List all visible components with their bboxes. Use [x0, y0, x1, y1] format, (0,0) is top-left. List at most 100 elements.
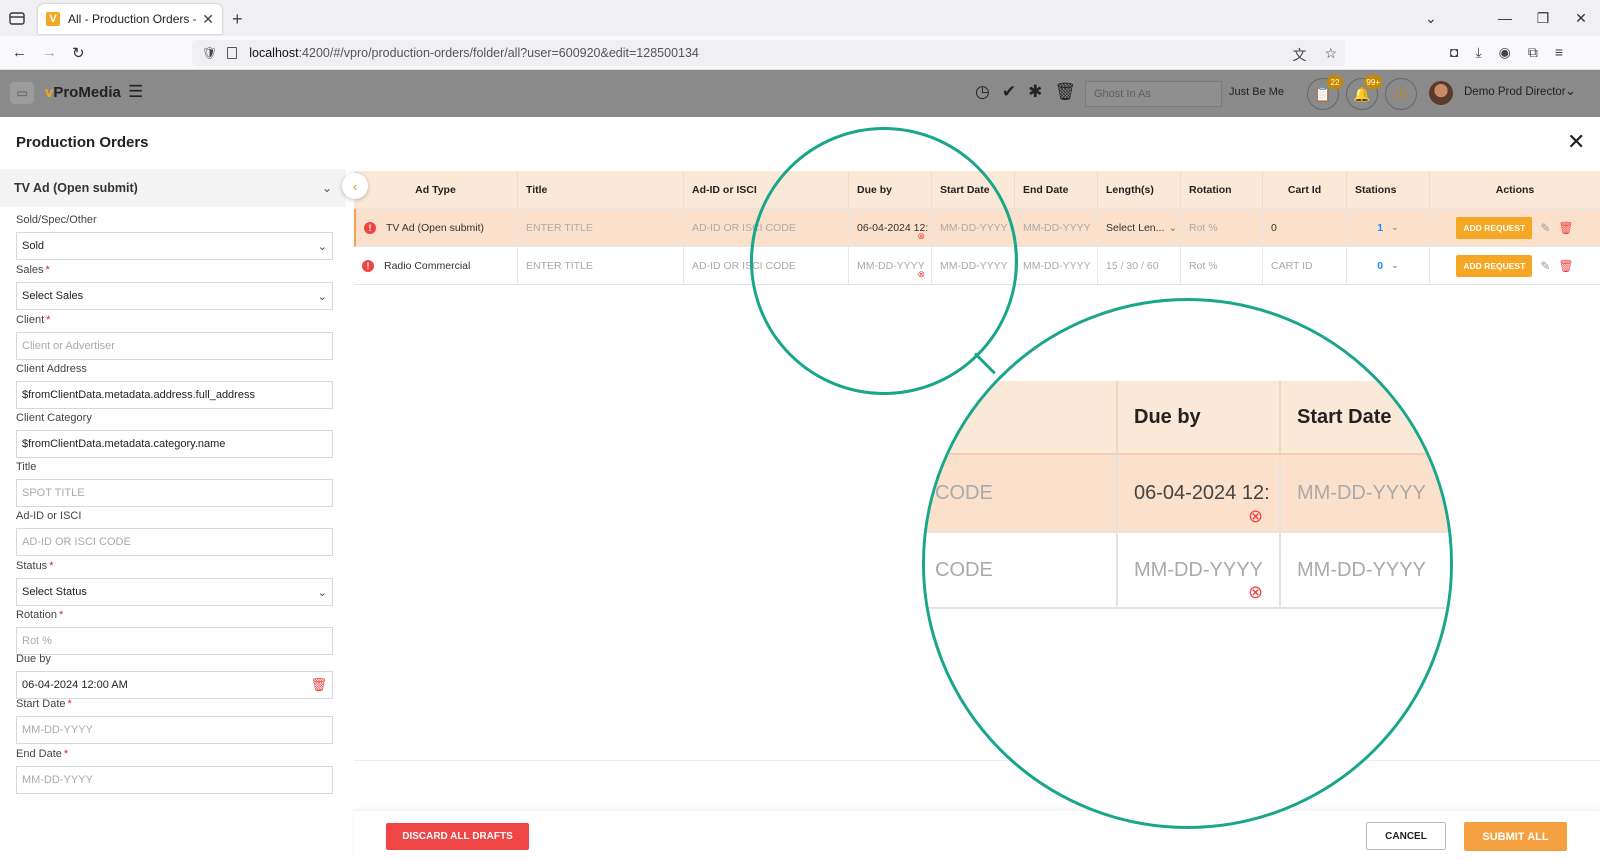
minimize-icon[interactable]: —: [1486, 10, 1524, 26]
back-icon[interactable]: ←: [12, 44, 27, 61]
orders-badge: 22: [1327, 75, 1343, 89]
client-category-input[interactable]: $fromClientData.metadata.category.name: [16, 430, 333, 458]
status-field: Status * Select Status ⌄: [16, 560, 333, 606]
downloads-icon[interactable]: ⤓: [1475, 44, 1481, 61]
add-request-button[interactable]: ADD REQUEST: [1456, 216, 1533, 239]
tab-list-icon[interactable]: [8, 9, 26, 27]
column-header[interactable]: End Date: [1015, 171, 1098, 208]
submit-all-button[interactable]: SUBMIT ALL: [1464, 822, 1567, 851]
orders-button[interactable]: 📋 22: [1307, 75, 1343, 110]
pocket-icon[interactable]: ◘: [1450, 44, 1458, 61]
magnified-code-cell: CODE: [925, 455, 1118, 531]
history-icon[interactable]: ◷: [975, 82, 990, 102]
end-date-cell[interactable]: MM-DD-YYYY: [1015, 209, 1098, 246]
trash-icon[interactable]: 🗑: [1054, 82, 1076, 102]
close-icon[interactable]: ✕: [1567, 129, 1585, 155]
bookmark-star-icon[interactable]: ☆: [1324, 45, 1337, 65]
sold-spec-select[interactable]: Sold ⌄: [16, 232, 333, 260]
avatar[interactable]: [1429, 81, 1453, 105]
end-date-input[interactable]: MM-DD-YYYY: [16, 766, 333, 794]
user-name[interactable]: Demo Prod Director: [1464, 86, 1566, 98]
shield-icon[interactable]: 🛡: [202, 46, 217, 60]
client-address-input[interactable]: $fromClientData.metadata.address.full_ad…: [16, 381, 333, 409]
favicon-icon: V: [46, 12, 60, 26]
no-edit-icon[interactable]: ✎: [1540, 221, 1550, 235]
just-be-me-link[interactable]: Just Be Me: [1229, 86, 1284, 98]
page-info-icon[interactable]: [227, 47, 238, 59]
extensions-icon[interactable]: ⧉: [1528, 44, 1538, 61]
chevron-down-icon: ⌄: [317, 240, 327, 253]
add-request-button[interactable]: ADD REQUEST: [1456, 254, 1533, 277]
column-header[interactable]: Cart Id: [1263, 171, 1347, 208]
ghost-in-as-input[interactable]: Ghost In As: [1085, 81, 1222, 107]
browser-navbar: ← → ↻ 🛡 localhost:4200/#/vpro/production…: [0, 36, 1600, 70]
title-cell[interactable]: ENTER TITLE: [518, 247, 684, 284]
end-date-cell[interactable]: MM-DD-YYYY: [1015, 247, 1098, 284]
app-logo-icon: ▭: [10, 82, 34, 104]
due-by-input[interactable]: 06-04-2024 12:00 AM 🗑: [16, 671, 333, 699]
tab-title: All - Production Orders - vPro |: [68, 12, 196, 26]
length-select[interactable]: Select Len... ⌄: [1098, 209, 1181, 246]
title-field: Title SPOT TITLE: [16, 461, 333, 507]
magnified-header-row: Due by Start Date: [925, 381, 1450, 453]
rotation-input[interactable]: Rot %: [16, 627, 333, 655]
app-brand[interactable]: vProMedia: [45, 84, 121, 101]
bug-icon[interactable]: ✱: [1028, 82, 1042, 102]
ad-id-input[interactable]: AD-ID OR ISCI CODE: [16, 528, 333, 556]
tabs-dropdown-icon[interactable]: ⌄: [1425, 10, 1437, 27]
window-close-icon[interactable]: ✕: [1562, 10, 1600, 27]
translate-icon[interactable]: 文: [1292, 45, 1306, 65]
column-header[interactable]: Ad Type: [354, 171, 518, 208]
column-header[interactable]: Stations: [1347, 171, 1430, 208]
rotation-cell[interactable]: Rot %: [1181, 209, 1263, 246]
column-header[interactable]: Title: [518, 171, 684, 208]
status-select[interactable]: Select Status ⌄: [16, 578, 333, 606]
discard-all-drafts-button[interactable]: DISCARD ALL DRAFTS: [386, 823, 529, 850]
client-input[interactable]: Client or Advertiser: [16, 332, 333, 360]
cancel-button[interactable]: CANCEL: [1366, 822, 1446, 850]
chevron-down-icon[interactable]: ⌄: [1565, 83, 1576, 99]
accordion-title: TV Ad (Open submit): [14, 181, 138, 195]
rotation-cell[interactable]: Rot %: [1181, 247, 1263, 284]
cart-id-cell[interactable]: 0: [1263, 209, 1347, 246]
forward-icon[interactable]: →: [42, 44, 57, 61]
browser-tab-active[interactable]: V All - Production Orders - vPro | ✕: [38, 4, 222, 34]
apps-grid-button[interactable]: ⁝⁝⁝: [1385, 78, 1417, 110]
chevron-down-icon[interactable]: ⌄: [322, 181, 332, 195]
no-edit-icon[interactable]: ✎: [1540, 259, 1550, 273]
start-date-input[interactable]: MM-DD-YYYY: [16, 716, 333, 744]
magnified-header-start: Start Date: [1297, 405, 1392, 428]
clipboard-icon: 📋: [1314, 85, 1332, 102]
delete-icon[interactable]: 🗑: [1558, 259, 1573, 273]
account-icon[interactable]: ◉: [1499, 44, 1511, 61]
magnified-start-cell: MM-DD-YYYY: [1297, 481, 1426, 504]
ad-type-accordion[interactable]: TV Ad (Open submit) ⌄: [0, 169, 346, 207]
app-menu-icon[interactable]: ≡: [1555, 44, 1563, 61]
cart-id-cell[interactable]: CART ID: [1263, 247, 1347, 284]
notifications-button[interactable]: 🔔 99+: [1346, 75, 1382, 110]
url-bar[interactable]: 🛡 localhost:4200/#/vpro/production-order…: [192, 40, 1345, 66]
delete-icon[interactable]: 🗑: [1558, 221, 1573, 235]
page-title: Production Orders: [16, 134, 149, 151]
reload-icon[interactable]: ↻: [72, 44, 85, 62]
length-cell[interactable]: 15 / 30 / 60: [1098, 247, 1181, 284]
browser-toolbar: ◘ ⤓ ◉ ⧉ ≡: [1450, 44, 1563, 61]
client-category-field: Client Category $fromClientData.metadata…: [16, 412, 333, 458]
tab-close-icon[interactable]: ✕: [202, 11, 214, 28]
collapse-sidebar-button[interactable]: ‹: [342, 173, 368, 199]
column-header[interactable]: Rotation: [1181, 171, 1263, 208]
title-input[interactable]: SPOT TITLE: [16, 479, 333, 507]
restore-icon[interactable]: ❐: [1524, 10, 1562, 27]
column-header[interactable]: Length(s): [1098, 171, 1181, 208]
stations-select[interactable]: 0 ⌄: [1347, 247, 1430, 284]
new-tab-icon[interactable]: +: [232, 9, 243, 30]
url-text[interactable]: localhost:4200/#/vpro/production-orders/…: [249, 46, 699, 60]
checkmark-icon[interactable]: ✔: [1002, 82, 1016, 102]
hamburger-menu-icon[interactable]: ☰: [128, 82, 143, 102]
title-cell[interactable]: ENTER TITLE: [518, 209, 684, 246]
magnified-header-due: Due by: [1118, 381, 1281, 453]
clear-date-icon[interactable]: 🗑: [310, 677, 327, 693]
sales-select[interactable]: Select Sales ⌄: [16, 282, 333, 310]
stations-select[interactable]: 1 ⌄: [1347, 209, 1430, 246]
sales-field: Sales * Select Sales ⌄: [16, 264, 333, 310]
